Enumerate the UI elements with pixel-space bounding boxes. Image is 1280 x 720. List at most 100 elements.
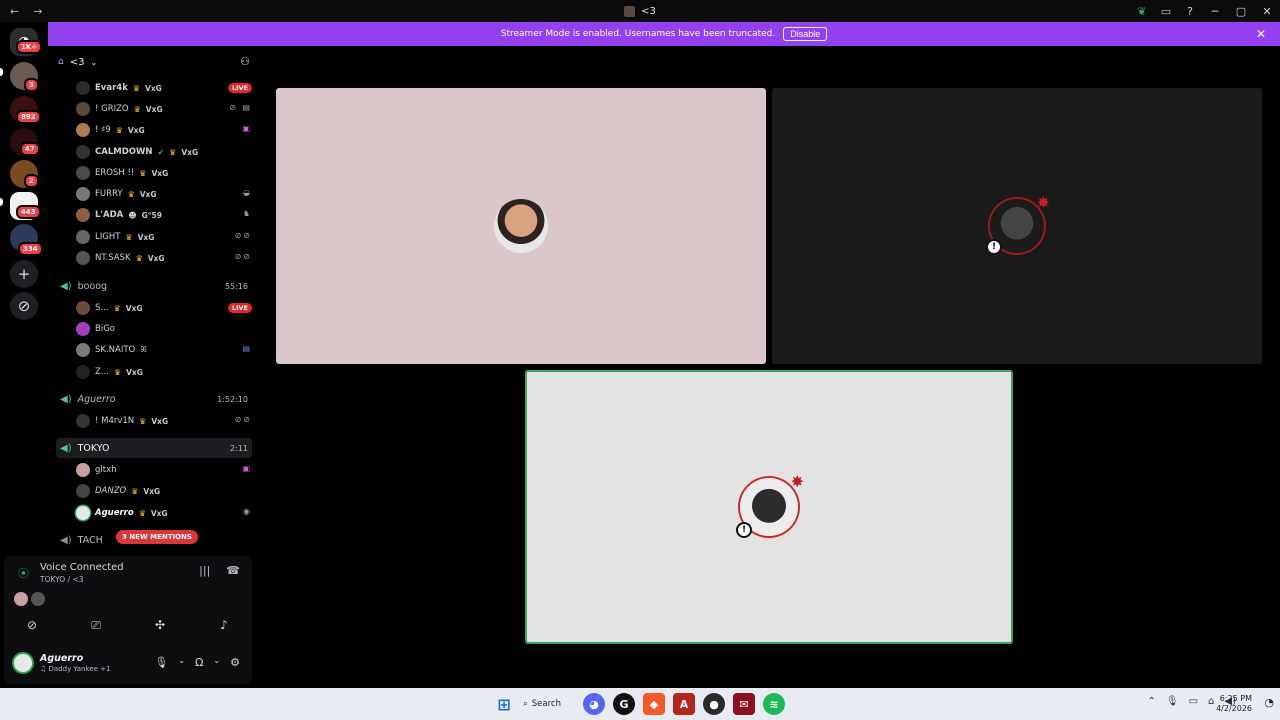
- my-username[interactable]: Aguerro: [40, 653, 83, 664]
- add-server-button[interactable]: +: [10, 260, 38, 288]
- spotify-icon[interactable]: ≋: [763, 693, 785, 715]
- voice-channel-tokyo[interactable]: ◀) TOKYO 2:11: [56, 438, 252, 458]
- activity-icon: ♞: [242, 209, 252, 218]
- speaker-icon: ◀): [60, 442, 72, 454]
- voice-user-row[interactable]: SK.NAITO ꕤ ▤: [76, 341, 252, 359]
- voice-user-row[interactable]: FURRY ♛ VxG ◒: [76, 185, 252, 203]
- minimize-icon[interactable]: ─: [1202, 0, 1228, 22]
- discord-taskbar-icon[interactable]: ◕: [583, 693, 605, 715]
- activities-button[interactable]: ✣: [144, 616, 176, 634]
- avatar[interactable]: [31, 592, 45, 606]
- username: ! ♯9: [95, 125, 111, 135]
- deafened-alert-icon: !: [986, 239, 1002, 255]
- speaker-icon: ◀): [60, 280, 72, 292]
- activity-icon: ◒: [243, 188, 252, 197]
- voice-user-row[interactable]: LIGHT ♛ VxG ⊘⊘: [76, 228, 252, 246]
- noise-suppression-icon[interactable]: |||: [199, 564, 210, 577]
- notification-icon[interactable]: ◔: [1264, 696, 1274, 709]
- display-icon[interactable]: ▭: [1189, 696, 1198, 707]
- camera-off-button[interactable]: ⊘: [16, 616, 48, 634]
- guild-tag: VxG: [151, 416, 169, 426]
- voice-user-row[interactable]: ! M4rv1N ♛ VxG ⊘⊘: [76, 412, 252, 430]
- voice-user-row[interactable]: CALMDOWN ✔ ♛ VxG: [76, 143, 252, 161]
- participant-tile-2[interactable]: ✸ !: [772, 88, 1262, 364]
- my-activity: ♫ Daddy Yankee +1: [40, 665, 111, 673]
- help-icon[interactable]: ?: [1178, 0, 1202, 22]
- avatar[interactable]: [14, 592, 28, 606]
- brave-browser-icon[interactable]: ◆: [643, 693, 665, 715]
- voice-user-row[interactable]: Aguerro ♛ VxG ◉: [76, 504, 252, 522]
- activity-icon: ◉: [243, 507, 252, 516]
- guild-tag: VxG: [150, 508, 168, 518]
- participant-tile-self[interactable]: ✸ !: [525, 370, 1013, 644]
- avatar: [76, 123, 90, 137]
- skull-icon: ☻: [128, 210, 137, 220]
- voice-channel-path[interactable]: TOKYO / <3: [40, 575, 84, 584]
- butterfly-icon: ꕤ: [140, 345, 147, 354]
- guild-header[interactable]: ⌂ <3 ⌄ ⚇: [48, 46, 260, 78]
- leaf-icon[interactable]: ❦: [1130, 0, 1154, 22]
- participant-tile-1[interactable]: [276, 88, 766, 364]
- explore-servers-button[interactable]: ⊘: [10, 292, 38, 320]
- channel-timer: 2:11: [230, 443, 248, 453]
- voice-user-row[interactable]: EROSH !! ♛ VxG: [76, 164, 252, 182]
- voice-user-row[interactable]: ! ♯9 ♛ VxG ▣: [76, 121, 252, 139]
- app-dark-icon[interactable]: ●: [703, 693, 725, 715]
- invite-user-icon[interactable]: ⚇: [240, 55, 250, 68]
- username: CALMDOWN: [95, 147, 153, 157]
- channel-name: Aguerro: [77, 393, 116, 405]
- windows-start-icon[interactable]: ⊞: [493, 693, 515, 715]
- avatar: [76, 506, 90, 520]
- voice-user-row[interactable]: L'ADA ☻ G°59 ♞: [76, 206, 252, 224]
- avatar[interactable]: [12, 652, 34, 674]
- voice-user-row[interactable]: DANZO ♛ VxG: [76, 482, 252, 500]
- close-banner-icon[interactable]: ✕: [1256, 27, 1266, 41]
- activity-game-icon: ▣: [242, 464, 252, 473]
- guild-tag: VxG: [127, 125, 145, 135]
- guild-tag: G°59: [141, 210, 162, 220]
- inbox-icon[interactable]: ▭: [1154, 0, 1178, 22]
- voice-user-row[interactable]: BiGo: [76, 320, 252, 338]
- soundboard-button[interactable]: ♪: [208, 616, 240, 634]
- voice-channel-aguerro[interactable]: ◀) Aguerro 1:52:10: [56, 389, 252, 409]
- voice-user-row[interactable]: Evar4k ♛ VxG LIVE: [76, 79, 252, 97]
- settings-gear-icon[interactable]: ⚙: [230, 656, 240, 669]
- voice-channel-booog[interactable]: ◀) booog 55:16: [56, 276, 252, 296]
- network-icon[interactable]: ⌂: [1208, 696, 1214, 707]
- voice-user-row[interactable]: S... ♛ VxG LIVE: [76, 299, 252, 317]
- chevron-up-icon[interactable]: ⌃: [1148, 696, 1156, 707]
- voice-status[interactable]: Voice Connected: [40, 562, 124, 573]
- crown-icon: ♛: [133, 104, 141, 114]
- screen-share-button[interactable]: ⎚: [80, 616, 112, 634]
- taskbar-search[interactable]: ⌕ Search: [523, 693, 575, 715]
- voice-user-row[interactable]: gltxh ▣: [76, 461, 252, 479]
- voice-user-row[interactable]: NT.SASK ♛ VxG ⊘⊘: [76, 249, 252, 267]
- signal-icon[interactable]: ⦿: [18, 565, 29, 581]
- os-taskbar: ⊞ ⌕ Search ◕ G ◆ A ● ✉ ≋ ⌃ 🎙 ▭ ⌂ ◀) 6:25…: [0, 688, 1280, 720]
- app-g-icon[interactable]: G: [613, 693, 635, 715]
- channel-sidebar: ⌂ <3 ⌄ ⚇ Evar4k ♛ VxG LIVE ! GRIZO ♛ VxG…: [48, 46, 260, 556]
- avatar: [76, 301, 90, 315]
- system-clock[interactable]: 6:25 PM 4/2/2026: [1216, 694, 1252, 714]
- chevron-down-icon[interactable]: ⌄: [178, 656, 185, 669]
- new-mentions-pill[interactable]: 3 NEW MENTIONS: [116, 530, 198, 544]
- voice-user-row[interactable]: Z... ♛ VxG: [76, 363, 252, 381]
- maximize-icon[interactable]: ▢: [1228, 0, 1254, 22]
- disconnect-icon[interactable]: ☎: [226, 564, 240, 577]
- participant-avatar: [494, 199, 548, 253]
- disable-streamer-mode-button[interactable]: Disable: [783, 27, 828, 41]
- microphone-tray-icon[interactable]: 🎙: [1166, 696, 1179, 707]
- headphones-icon[interactable]: Ω: [195, 656, 203, 669]
- microphone-icon[interactable]: 🎙: [154, 656, 168, 669]
- channel-name: TACH: [77, 534, 103, 546]
- close-window-icon[interactable]: ✕: [1254, 0, 1280, 22]
- guild-tag: VxG: [151, 168, 169, 178]
- crown-icon: ♛: [127, 189, 135, 199]
- acrobat-icon[interactable]: A: [673, 693, 695, 715]
- crown-icon: ♛: [125, 232, 133, 242]
- deafened-icon: ⊘ ▤: [229, 103, 252, 112]
- app-mail-icon[interactable]: ✉: [733, 693, 755, 715]
- voice-user-row[interactable]: ! GRIZO ♛ VxG ⊘ ▤: [76, 100, 252, 118]
- chevron-down-icon[interactable]: ⌄: [213, 656, 220, 669]
- clock-date: 4/2/2026: [1216, 704, 1252, 713]
